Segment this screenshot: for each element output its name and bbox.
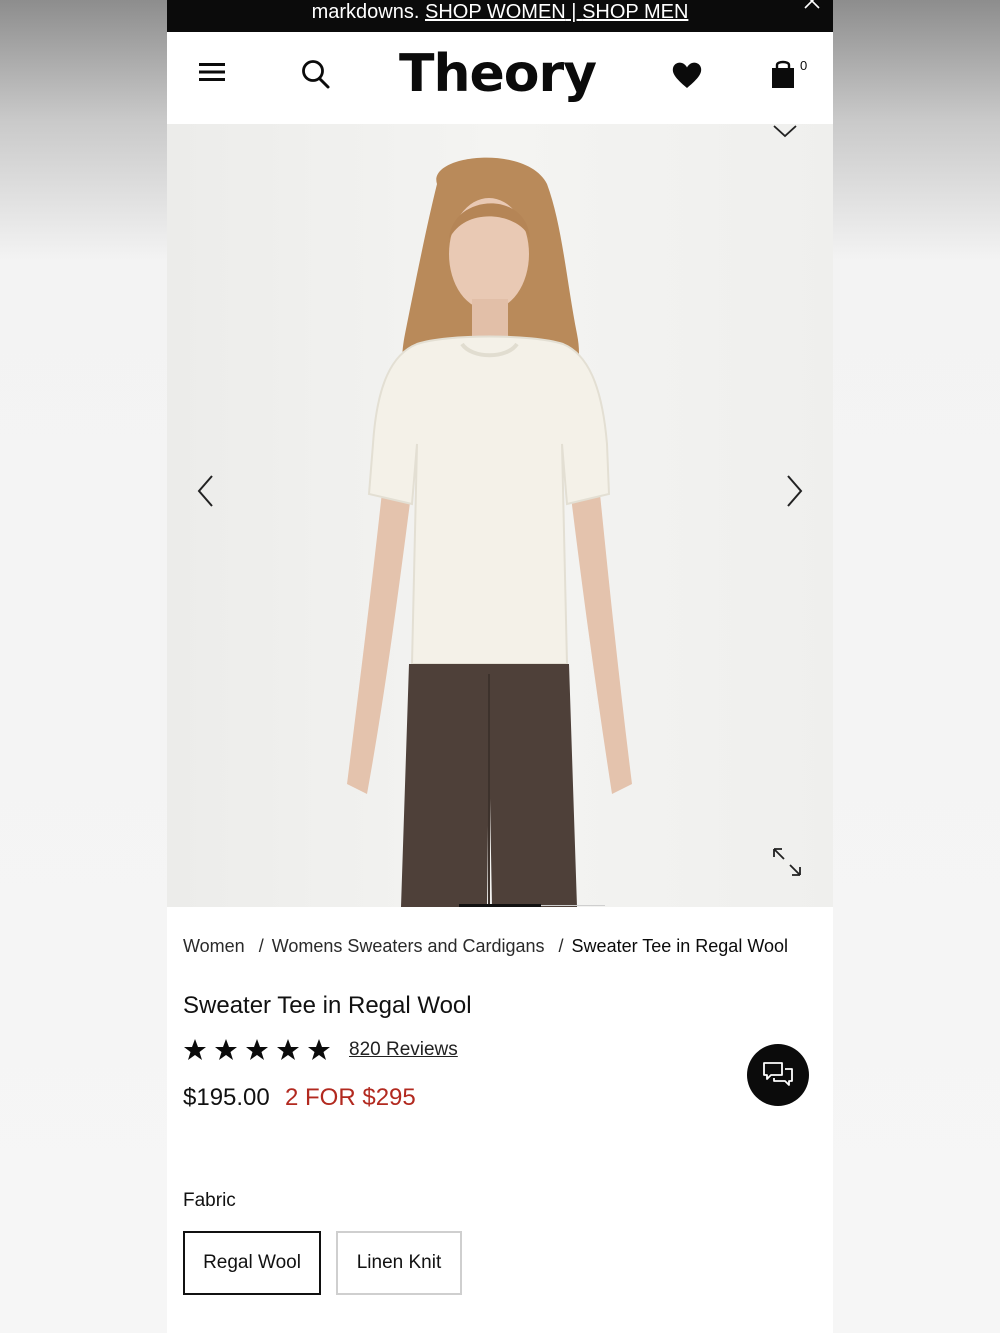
chat-button[interactable] — [747, 1044, 809, 1106]
chevron-down-icon[interactable] — [771, 124, 799, 140]
fabric-label: Fabric — [183, 1190, 236, 1211]
promo-text: markdowns. — [311, 1, 425, 23]
heart-icon[interactable] — [671, 60, 703, 90]
chevron-right-icon[interactable] — [783, 474, 805, 508]
breadcrumb-women[interactable]: Women — [183, 936, 245, 956]
search-icon[interactable] — [301, 58, 331, 90]
menu-icon[interactable] — [199, 60, 227, 84]
star-icon — [184, 1039, 206, 1060]
star-icon — [215, 1039, 237, 1060]
bag-count: 0 — [800, 58, 808, 73]
star-icon — [246, 1039, 268, 1060]
site-header: Theory 0 — [167, 32, 833, 124]
breadcrumb: Women / Womens Sweaters and Cardigans / Swea… — [183, 934, 823, 960]
rating: 820 Reviews — [183, 1037, 483, 1065]
star-icon — [277, 1039, 299, 1060]
breadcrumb-separator: / — [258, 936, 264, 956]
reviews-link[interactable]: 820 Reviews — [349, 1039, 458, 1061]
star-icon — [308, 1039, 330, 1060]
promo-price: 2 FOR $295 — [285, 1084, 416, 1111]
fabric-option-linen-knit[interactable]: Linen Knit — [336, 1231, 462, 1295]
product-page: markdowns. SHOP WOMEN | SHOP MEN Theory … — [167, 0, 833, 1333]
carousel-track — [541, 905, 605, 906]
promo-text-wrap: markdowns. SHOP WOMEN | SHOP MEN — [312, 0, 689, 24]
shop-women-link[interactable]: SHOP WOMEN — [425, 1, 566, 23]
promo-divider: | — [565, 1, 583, 23]
breadcrumb-sweaters-cardigans[interactable]: Womens Sweaters and Cardigans — [272, 936, 545, 956]
promo-banner: markdowns. SHOP WOMEN | SHOP MEN — [167, 0, 833, 32]
product-image-gallery[interactable] — [167, 124, 833, 907]
chevron-left-icon[interactable] — [195, 474, 217, 508]
theory-logo[interactable]: Theory — [399, 44, 603, 104]
close-icon[interactable] — [801, 0, 823, 12]
breadcrumb-current: Sweater Tee in Regal Wool — [571, 936, 789, 956]
shopping-bag-icon[interactable] — [770, 58, 796, 90]
shop-men-link[interactable]: SHOP MEN — [582, 1, 688, 23]
product-photo — [347, 157, 632, 907]
expand-icon[interactable] — [771, 846, 803, 878]
product-title: Sweater Tee in Regal Wool — [183, 992, 472, 1019]
price: $195.00 — [183, 1084, 270, 1111]
fabric-option-regal-wool[interactable]: Regal Wool — [183, 1231, 321, 1295]
chat-icon — [763, 1062, 793, 1086]
breadcrumb-separator: / — [558, 936, 564, 956]
carousel-indicator[interactable] — [459, 904, 541, 907]
